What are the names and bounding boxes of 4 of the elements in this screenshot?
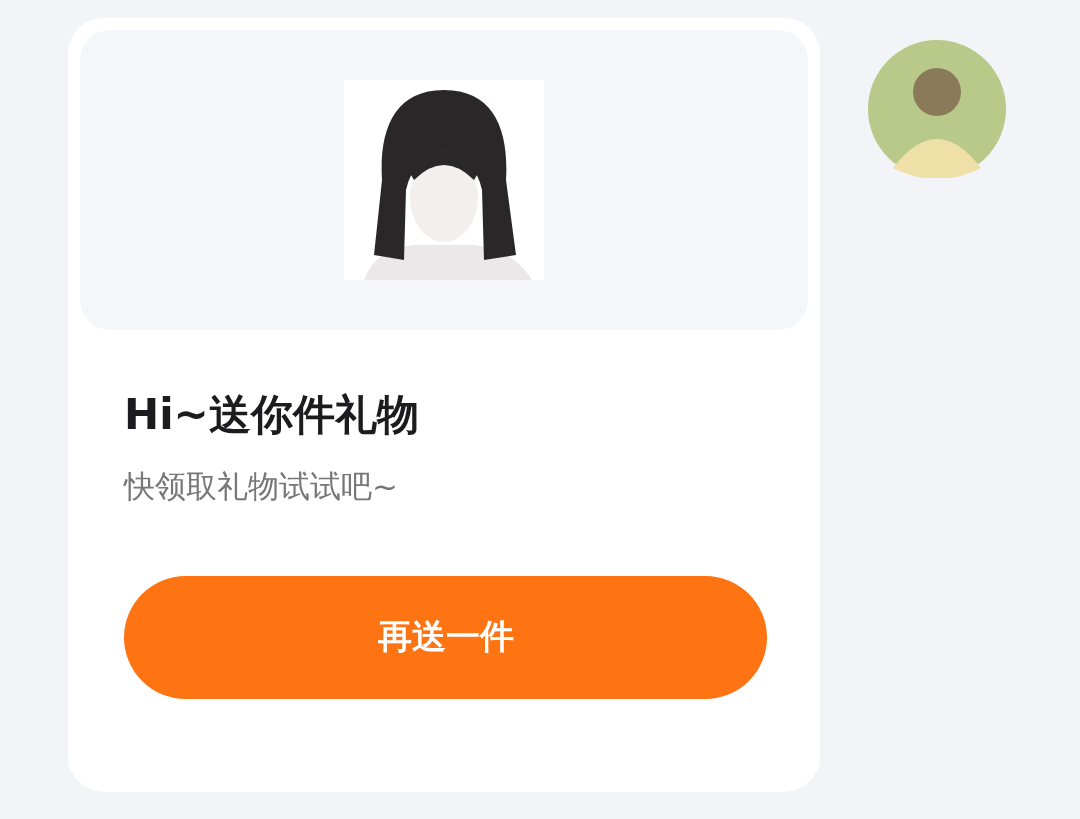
user-avatar[interactable] <box>868 40 1006 178</box>
send-another-button[interactable]: 再送一件 <box>124 576 767 699</box>
gift-title: Hi~送你件礼物 <box>124 389 420 441</box>
gift-subtitle: 快领取礼物试试吧~ <box>124 466 399 506</box>
